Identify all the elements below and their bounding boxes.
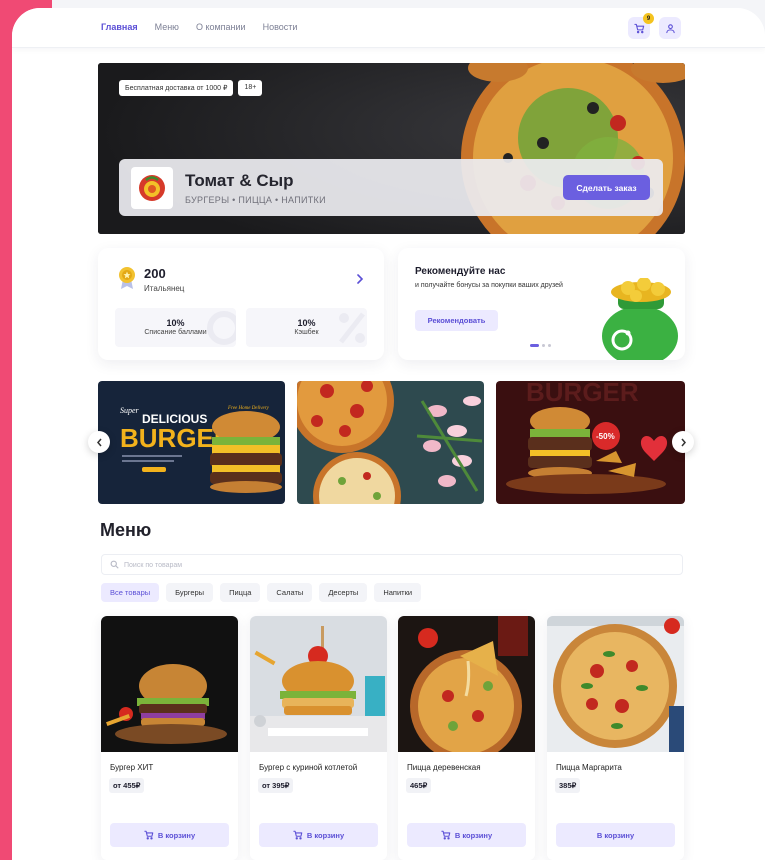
product-name: Пицца деревенская bbox=[407, 763, 481, 772]
product-image-burger-hit bbox=[101, 616, 238, 752]
restaurant-title: Томат & Сыр bbox=[185, 171, 294, 190]
promo-slide-burger[interactable]: Super DELICIOUS BURGER Free Home Deliver… bbox=[98, 381, 285, 504]
cart-icon bbox=[633, 23, 644, 33]
product-name: Бургер с куриной котлетой bbox=[259, 763, 358, 772]
hero-banner: Бесплатная доставка от 1000 ₽ 18+ Томат … bbox=[98, 63, 685, 234]
burger-promo-image: Super DELICIOUS BURGER Free Home Deliver… bbox=[98, 381, 285, 504]
product-card[interactable]: Пицца деревенская 465₽ В корзину bbox=[398, 616, 535, 860]
stat-value: 10% bbox=[166, 318, 185, 328]
carousel-dot-active[interactable] bbox=[530, 344, 539, 347]
carousel-prev-button[interactable] bbox=[88, 431, 110, 453]
product-image-margherita bbox=[547, 616, 684, 752]
loyalty-points: 200 bbox=[144, 266, 166, 281]
product-price: от 455₽ bbox=[109, 778, 145, 793]
stat-value: 10% bbox=[297, 318, 316, 328]
add-to-cart-label: В корзину bbox=[454, 830, 493, 840]
chevron-left-icon bbox=[96, 438, 102, 446]
add-to-cart-button[interactable]: В корзину bbox=[556, 823, 675, 847]
carousel-dots bbox=[530, 344, 551, 347]
nav-item-menu[interactable]: Меню bbox=[155, 22, 179, 32]
add-to-cart-button[interactable]: В корзину bbox=[407, 823, 526, 847]
category-salads[interactable]: Салаты bbox=[267, 583, 313, 602]
category-burgers[interactable]: Бургеры bbox=[166, 583, 214, 602]
cart-icon bbox=[441, 830, 451, 840]
add-to-cart-button[interactable]: В корзину bbox=[110, 823, 229, 847]
discount-label: -50% bbox=[596, 432, 615, 441]
product-image-rustic-pizza bbox=[398, 616, 535, 752]
carousel-dot[interactable] bbox=[548, 344, 551, 347]
referral-card: Рекомендуйте нас и получайте бонусы за п… bbox=[398, 248, 685, 360]
cart-icon bbox=[293, 830, 303, 840]
top-header: Главная Меню О компании Новости 9 bbox=[12, 8, 765, 48]
product-card[interactable]: Пицца Маргарита 385₽ В корзину bbox=[547, 616, 684, 860]
burger-discount-image: BURGER -50% bbox=[496, 381, 685, 504]
category-pizza[interactable]: Пицца bbox=[220, 583, 261, 602]
search-input[interactable] bbox=[124, 558, 664, 572]
product-search bbox=[101, 554, 683, 575]
cart-button[interactable]: 9 bbox=[628, 13, 654, 39]
cashback-stat: 10% Кэшбек bbox=[246, 308, 367, 347]
menu-title: Меню bbox=[100, 520, 152, 540]
hero-tags: Бесплатная доставка от 1000 ₽ 18+ bbox=[119, 80, 263, 96]
referral-subtitle: и получайте бонусы за покупки ваших друз… bbox=[415, 282, 563, 289]
nav-item-home[interactable]: Главная bbox=[101, 22, 138, 32]
category-filters: Все товары Бургеры Пицца Салаты Десерты … bbox=[101, 583, 422, 602]
add-to-cart-label: В корзину bbox=[306, 830, 345, 840]
add-to-cart-label: В корзину bbox=[157, 830, 196, 840]
product-image-chicken-burger bbox=[250, 616, 387, 752]
main-nav: Главная Меню О компании Новости bbox=[101, 22, 297, 32]
accent-strip bbox=[0, 0, 12, 860]
make-order-button[interactable]: Сделать заказ bbox=[563, 175, 650, 200]
cart-count-badge: 9 bbox=[643, 13, 654, 24]
recommend-button[interactable]: Рекомендовать bbox=[415, 310, 498, 331]
app-window: Главная Меню О компании Новости 9 Беспла… bbox=[12, 8, 765, 860]
points-spend-stat: 10% Списание баллами bbox=[115, 308, 236, 347]
stat-label: Кэшбек bbox=[294, 329, 319, 336]
money-bag-icon bbox=[602, 278, 678, 360]
product-price: 385₽ bbox=[555, 778, 581, 793]
product-price: 465₽ bbox=[406, 778, 432, 793]
restaurant-card: Томат & Сыр БУРГЕРЫ • ПИЦЦА • НАПИТКИ Сд… bbox=[119, 159, 663, 216]
pizza-promo-image bbox=[297, 381, 484, 504]
category-drinks[interactable]: Напитки bbox=[374, 583, 422, 602]
restaurant-logo bbox=[131, 167, 173, 209]
add-to-cart-button[interactable]: В корзину bbox=[259, 823, 378, 847]
promo-word-super: Super bbox=[120, 406, 140, 415]
cart-icon bbox=[144, 830, 154, 840]
category-desserts[interactable]: Десерты bbox=[319, 583, 368, 602]
product-price: от 395₽ bbox=[258, 778, 294, 793]
chevron-right-icon[interactable] bbox=[356, 274, 364, 284]
add-to-cart-label: В корзину bbox=[596, 830, 635, 840]
promo-slide-burger-discount[interactable]: BURGER -50% bbox=[496, 381, 685, 504]
promo-free-delivery: Free Home Delivery bbox=[227, 406, 270, 411]
free-delivery-tag: Бесплатная доставка от 1000 ₽ bbox=[119, 80, 234, 96]
product-name: Бургер ХИТ bbox=[110, 763, 154, 772]
product-name: Пицца Маргарита bbox=[556, 763, 622, 772]
carousel-dot[interactable] bbox=[542, 344, 545, 347]
tomato-logo-icon bbox=[139, 175, 165, 201]
promo-bg-text: BURGER bbox=[526, 381, 639, 407]
promo-slide-pizza[interactable] bbox=[297, 381, 484, 504]
carousel-next-button[interactable] bbox=[672, 431, 694, 453]
nav-item-about[interactable]: О компании bbox=[196, 22, 246, 32]
medal-icon bbox=[119, 267, 135, 289]
stat-label: Списание баллами bbox=[144, 329, 207, 336]
chevron-right-icon bbox=[680, 438, 686, 446]
profile-button[interactable] bbox=[659, 17, 681, 39]
loyalty-card[interactable]: 200 Итальянец 10% Списание баллами 10% К… bbox=[98, 248, 384, 360]
product-card[interactable]: Бургер с куриной котлетой от 395₽ В корз… bbox=[250, 616, 387, 860]
referral-title: Рекомендуйте нас bbox=[415, 266, 506, 277]
user-icon bbox=[665, 23, 675, 33]
restaurant-subtitle: БУРГЕРЫ • ПИЦЦА • НАПИТКИ bbox=[185, 195, 326, 205]
loyalty-rank: Итальянец bbox=[144, 284, 185, 293]
category-all[interactable]: Все товары bbox=[101, 583, 160, 602]
product-card[interactable]: Бургер ХИТ от 455₽ В корзину bbox=[101, 616, 238, 860]
nav-item-news[interactable]: Новости bbox=[263, 22, 298, 32]
search-icon bbox=[110, 560, 119, 569]
age-tag: 18+ bbox=[238, 80, 263, 96]
